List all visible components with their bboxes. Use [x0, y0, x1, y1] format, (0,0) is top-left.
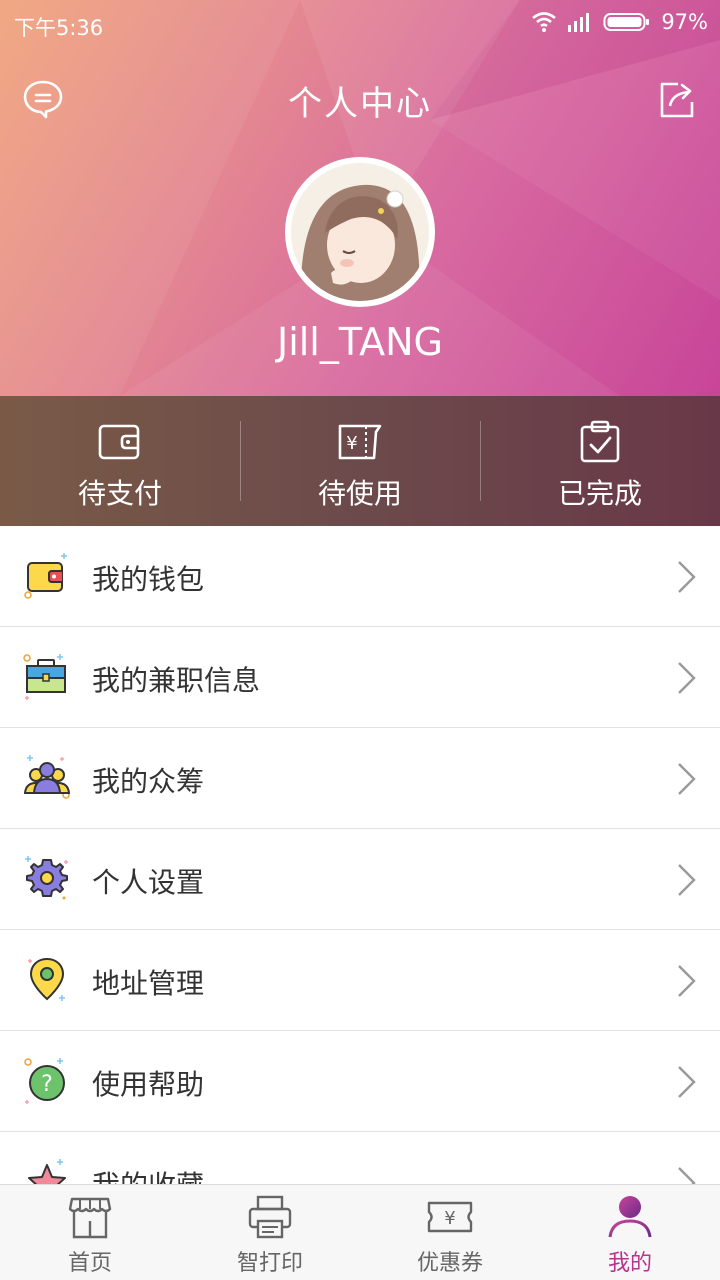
order-status-bar: 待支付 ¥ 待使用 已完成: [0, 396, 720, 526]
order-label: 待支付: [77, 477, 162, 510]
status-time: 下午5:36: [14, 16, 104, 40]
chevron-right-icon: [678, 1167, 696, 1184]
wallet-icon: [24, 553, 67, 599]
chevron-right-icon: [678, 561, 696, 593]
chevron-right-icon: [678, 662, 696, 694]
order-pending-payment[interactable]: 待支付: [0, 396, 240, 526]
menu-label: 个人设置: [92, 866, 205, 899]
menu-label: 我的兼职信息: [92, 664, 261, 697]
status-bar: 下午5:36 97%: [0, 0, 720, 50]
menu-item-part-time[interactable]: 我的兼职信息: [0, 627, 720, 728]
order-label: 已完成: [557, 477, 642, 510]
star-icon: [28, 1159, 66, 1184]
chevron-right-icon: [678, 864, 696, 896]
svg-text:¥: ¥: [346, 433, 357, 454]
menu-list: 我的钱包 我的兼职信息 我的众筹 个人设置 地址管理 ? 使用帮助: [0, 526, 720, 1184]
order-label: 待使用: [317, 477, 402, 510]
menu-item-settings[interactable]: 个人设置: [0, 829, 720, 930]
menu-label: 我的众筹: [92, 765, 205, 798]
menu-label: 使用帮助: [92, 1068, 205, 1101]
profile-header: 下午5:36 97% 个人中心 Jill_TANG: [0, 0, 720, 396]
chevron-right-icon: [678, 763, 696, 795]
page-title: 个人中心: [288, 84, 432, 124]
tab-print[interactable]: 智打印: [180, 1185, 360, 1280]
order-completed[interactable]: 已完成: [480, 396, 720, 526]
menu-label: 地址管理: [92, 967, 205, 1000]
wifi-icon: [532, 12, 557, 32]
chevron-right-icon: [678, 965, 696, 997]
wallet-icon: [98, 424, 140, 460]
help-icon: ?: [24, 1058, 65, 1104]
printer-icon: [248, 1195, 292, 1239]
menu-item-address[interactable]: 地址管理: [0, 930, 720, 1031]
avatar-image: [291, 163, 429, 301]
menu-label: 我的收藏: [92, 1164, 204, 1184]
tab-home[interactable]: 首页: [0, 1185, 180, 1280]
battery-percent: 97%: [661, 10, 708, 34]
tab-me[interactable]: 我的: [540, 1185, 720, 1280]
coupon-icon: ¥: [427, 1201, 473, 1233]
group-icon: [23, 755, 71, 799]
avatar[interactable]: [285, 157, 435, 307]
store-icon: [68, 1197, 112, 1239]
svg-text:¥: ¥: [444, 1208, 455, 1229]
svg-text:?: ?: [41, 1072, 53, 1097]
signal-icon: [568, 13, 590, 32]
tab-label: 首页: [67, 1251, 112, 1276]
ticket-icon: ¥: [338, 424, 382, 460]
menu-item-crowdfunding[interactable]: 我的众筹: [0, 728, 720, 829]
location-pin-icon: [28, 957, 65, 1001]
gear-icon: [25, 856, 68, 900]
user-icon: [608, 1196, 652, 1238]
menu-item-help[interactable]: ? 使用帮助: [0, 1031, 720, 1132]
tab-label: 我的: [607, 1251, 652, 1276]
menu-item-favorites[interactable]: 我的收藏: [0, 1132, 720, 1184]
chevron-right-icon: [678, 1066, 696, 1098]
bottom-tab-bar: 首页 智打印 ¥ 优惠券 我的: [0, 1184, 720, 1280]
tab-label: 智打印: [236, 1251, 303, 1276]
tab-label: 优惠券: [416, 1251, 483, 1276]
clipboard-check-icon: [580, 420, 620, 463]
username: Jill_TANG: [276, 320, 443, 364]
battery-icon: [603, 13, 650, 31]
menu-item-wallet[interactable]: 我的钱包: [0, 526, 720, 627]
menu-label: 我的钱包: [92, 563, 205, 596]
share-icon[interactable]: [654, 76, 700, 122]
briefcase-icon: [23, 654, 66, 700]
title-bar: 个人中心: [0, 62, 720, 134]
order-to-use[interactable]: ¥ 待使用: [240, 396, 480, 526]
tab-coupons[interactable]: ¥ 优惠券: [360, 1185, 540, 1280]
